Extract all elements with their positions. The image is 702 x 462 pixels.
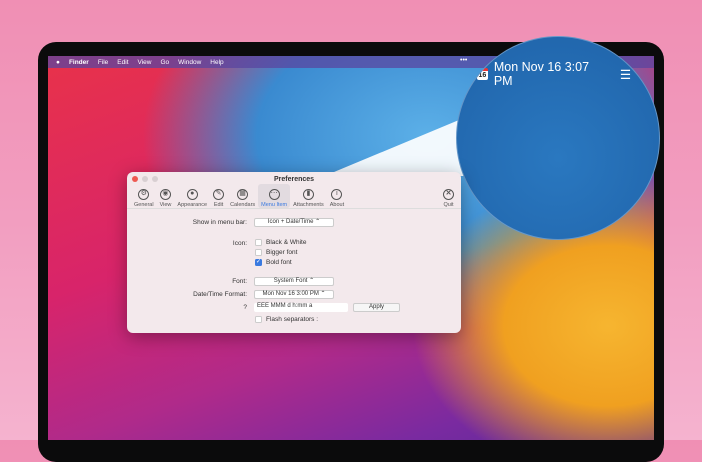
quit-icon: ✕ <box>443 189 454 200</box>
icon-option[interactable]: Black & White <box>255 239 306 246</box>
calendars-icon: ▦ <box>237 189 249 200</box>
tab-appearance[interactable]: ● Appearance <box>174 184 210 208</box>
menu-datetime[interactable]: Mon Nov 16 3:07 PM <box>494 60 600 88</box>
checkbox[interactable] <box>255 239 262 246</box>
menu-item-icon: ⋯ <box>268 189 280 200</box>
menu-file[interactable]: File <box>98 59 108 66</box>
appearance-icon: ● <box>186 189 198 200</box>
quit-button[interactable]: ✕ Quit <box>440 184 457 208</box>
apple-icon[interactable]: ● <box>56 59 60 66</box>
icon-option[interactable]: ✓ Bold font <box>255 259 292 266</box>
tab-view[interactable]: ◉ View <box>157 184 175 208</box>
tab-label: Calendars <box>230 202 256 208</box>
window-title: Preferences <box>273 176 315 183</box>
tab-label: About <box>329 202 345 208</box>
tab-label: Edit <box>213 202 224 208</box>
apply-button[interactable]: Apply <box>353 303 400 312</box>
font-label: Font: <box>232 278 247 285</box>
toolbar: ⚙ General ◉ View ● Appearance ✎ Edit ▦ Calendars ⋯… <box>127 183 461 209</box>
menu-window[interactable]: Window <box>178 59 201 66</box>
tab-label: View <box>159 202 172 208</box>
flash-checkbox[interactable] <box>255 316 262 323</box>
menu-edit[interactable]: Edit <box>117 59 128 66</box>
tab-edit[interactable]: ✎ Edit <box>210 184 227 208</box>
minimize-button[interactable] <box>142 176 148 182</box>
menu-finder[interactable]: Finder <box>69 59 89 66</box>
show-select[interactable]: Icon + Date/Time ⌃ <box>254 218 334 227</box>
option-label: Bigger font <box>266 249 298 256</box>
flash-separators-option[interactable]: Flash separators : <box>255 316 318 323</box>
preferences-window: Preferences ⚙ General ◉ View ● Appearance ✎ Edi… <box>127 172 461 333</box>
tab-label: Menu Item <box>261 202 288 208</box>
icon-option[interactable]: Bigger font <box>255 249 297 256</box>
option-label: Black & White <box>266 239 307 246</box>
format-label: Date/Time Format: <box>193 291 247 298</box>
icon-label: Icon: <box>232 240 247 247</box>
zoom-button[interactable] <box>152 176 158 182</box>
menu-help[interactable]: Help <box>210 59 223 66</box>
tab-label: Appearance <box>177 202 208 208</box>
font-select[interactable]: System Font ⌃ <box>254 277 334 286</box>
quit-label: Quit <box>443 202 454 208</box>
about-icon: i <box>331 189 343 200</box>
tab-attachments[interactable]: ▮ Attachments <box>290 184 327 208</box>
tab-calendars[interactable]: ▦ Calendars <box>227 184 258 208</box>
checkbox[interactable]: ✓ <box>255 259 262 266</box>
show-label: Show in menu bar: <box>192 219 247 226</box>
menu-view[interactable]: View <box>138 59 152 66</box>
tab-menu-item[interactable]: ⋯ Menu Item <box>258 184 291 208</box>
menu-go[interactable]: Go <box>160 59 169 66</box>
view-icon: ◉ <box>159 189 171 200</box>
format-string-input[interactable]: EEE MMM d h:mm a <box>254 303 348 312</box>
checkbox[interactable] <box>255 249 262 256</box>
tab-label: Attachments <box>293 202 324 208</box>
attachments-icon: ▮ <box>302 189 314 200</box>
close-button[interactable] <box>132 176 138 182</box>
clock-icon[interactable]: ⟋ <box>647 67 659 81</box>
tab-about[interactable]: i About <box>327 184 347 208</box>
magnifier: 16 Mon Nov 16 3:07 PM ☰ ⟋ <box>456 36 660 240</box>
window-controls <box>132 176 158 182</box>
edit-icon: ✎ <box>213 189 225 200</box>
format-select[interactable]: Mon Nov 16 3:00 PM ⌃ <box>254 290 334 299</box>
option-label: Bold font <box>266 259 292 266</box>
control-center-icon[interactable]: ☰ <box>620 67 631 82</box>
tab-general[interactable]: ⚙ General <box>131 184 157 208</box>
general-icon: ⚙ <box>138 189 150 200</box>
calendar-icon[interactable]: 16 <box>477 68 488 80</box>
help-button[interactable]: ? <box>127 304 247 311</box>
tab-label: General <box>134 202 154 208</box>
flash-label: Flash separators : <box>266 316 319 323</box>
